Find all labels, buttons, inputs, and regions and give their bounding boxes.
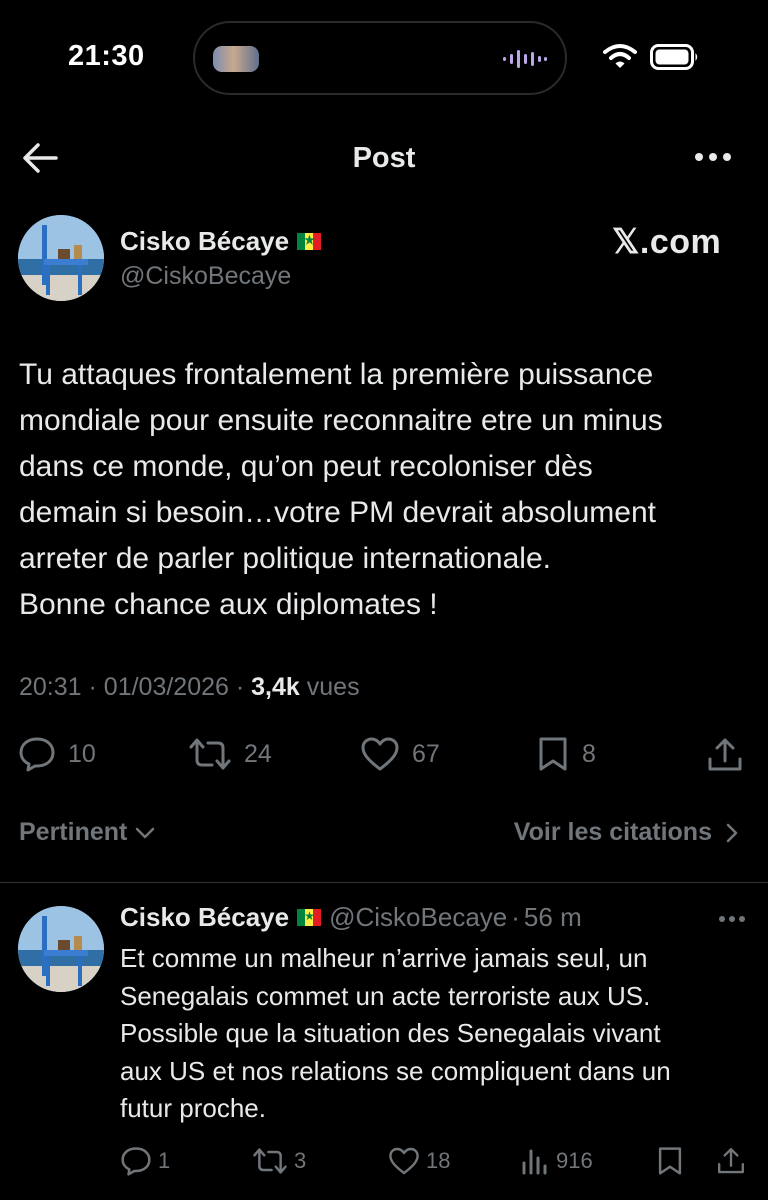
- chevron-right-icon: [726, 823, 738, 842]
- senegal-flag-icon: [297, 908, 322, 926]
- repost-icon: [253, 1148, 287, 1174]
- like-count: 67: [412, 739, 440, 768]
- repost-icon: [189, 738, 231, 770]
- reply-text: Et comme un malheur n’arrive jamais seul…: [120, 943, 671, 1123]
- reply-reply-button[interactable]: 1: [120, 1146, 170, 1176]
- like-button[interactable]: 67: [360, 736, 440, 772]
- reply-header: Cisko Bécaye@CiskoBecaye·56 m: [120, 902, 582, 933]
- reply-handle[interactable]: @CiskoBecaye: [329, 902, 507, 932]
- reply-icon: [19, 737, 55, 772]
- reply-avatar[interactable]: [18, 906, 104, 992]
- post-date: 01/03/2026: [103, 673, 229, 701]
- chevron-down-icon: [136, 827, 155, 838]
- reply-count: 10: [68, 739, 96, 768]
- reply-author-name[interactable]: Cisko Bécaye: [120, 902, 289, 932]
- post-text: Tu attaques frontalement la première pui…: [19, 358, 663, 621]
- share-icon[interactable]: [706, 737, 744, 773]
- divider: [0, 882, 768, 883]
- bookmark-icon: [539, 737, 567, 771]
- media-thumbnail: [213, 46, 259, 72]
- view-count: 3,4k: [251, 673, 300, 701]
- wifi-icon: [603, 44, 637, 68]
- audio-wave-icon: [503, 50, 547, 68]
- reply-share-icon[interactable]: [716, 1146, 746, 1176]
- battery-icon: [650, 44, 698, 70]
- author-avatar[interactable]: [18, 215, 104, 301]
- repost-button[interactable]: 24: [188, 736, 272, 772]
- reply-reply-count: 1: [158, 1148, 171, 1173]
- status-time: 21:30: [68, 40, 145, 72]
- reply-button[interactable]: 10: [18, 736, 96, 772]
- sort-dropdown[interactable]: Pertinent: [19, 818, 157, 847]
- reply-like-count: 18: [426, 1148, 451, 1173]
- more-icon[interactable]: [693, 150, 733, 164]
- views-label: vues: [306, 673, 360, 701]
- reply-views-button[interactable]: 916: [520, 1146, 593, 1176]
- view-quotes-link[interactable]: Voir les citations: [514, 818, 742, 847]
- views-icon: [522, 1149, 547, 1175]
- x-logo: 𝕏.com: [612, 223, 722, 261]
- post-time: 20:31: [19, 673, 82, 701]
- senegal-flag-icon: [297, 232, 322, 250]
- page-title: Post: [352, 142, 416, 174]
- reply-repost-button[interactable]: 3: [252, 1146, 306, 1176]
- reply-age: 56 m: [523, 902, 582, 932]
- reply-view-count: 916: [556, 1148, 593, 1173]
- reply-more-icon[interactable]: [718, 914, 746, 924]
- repost-count: 24: [244, 739, 272, 768]
- heart-icon: [389, 1147, 419, 1175]
- bookmark-button[interactable]: 8: [536, 736, 596, 772]
- author-handle[interactable]: @CiskoBecaye: [120, 262, 291, 291]
- bookmark-count: 8: [582, 739, 596, 768]
- author-name[interactable]: Cisko Bécaye: [120, 226, 322, 257]
- reply-repost-count: 3: [294, 1148, 307, 1173]
- heart-icon: [361, 737, 399, 771]
- reply-bookmark-icon[interactable]: [656, 1146, 684, 1176]
- post-meta: 20:31 · 01/03/2026 · 3,4k vues: [19, 673, 360, 701]
- reply-icon: [121, 1147, 151, 1176]
- reply-like-button[interactable]: 18: [388, 1146, 450, 1176]
